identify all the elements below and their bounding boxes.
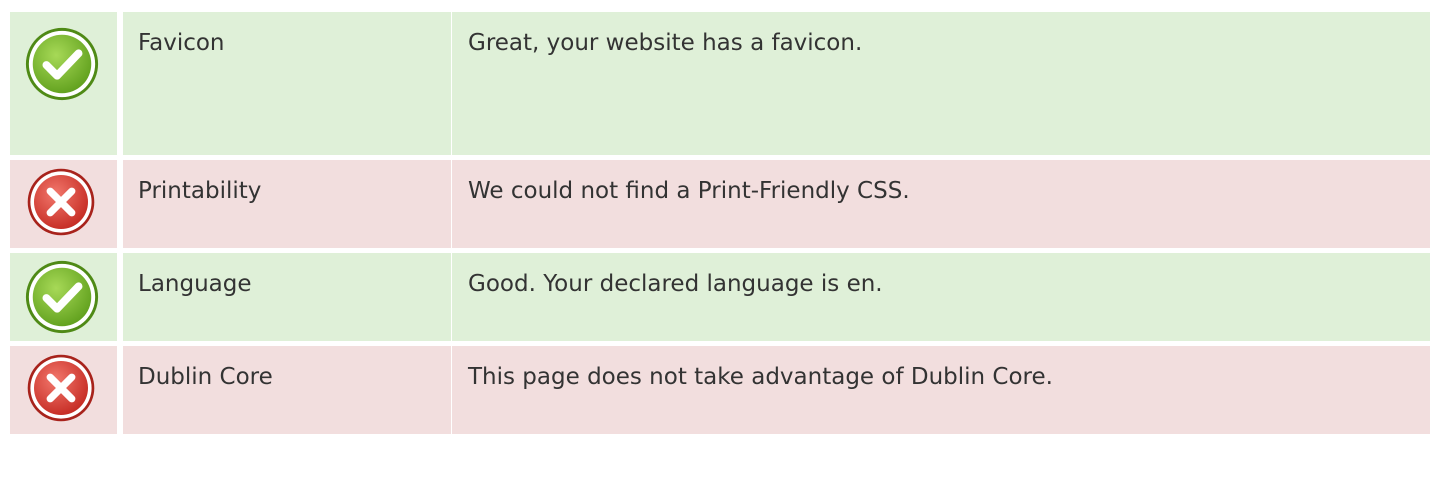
check-result-cell: Great, your website has a favicon. <box>452 12 1430 155</box>
check-result-cell: We could not find a Print-Friendly CSS. <box>452 160 1430 248</box>
check-result-cell: This page does not take advantage of Dub… <box>452 346 1430 434</box>
cross-icon <box>27 354 95 422</box>
check-row-language: Language Good. Your declared language is… <box>10 253 1430 341</box>
cross-icon <box>27 168 95 236</box>
check-message: Great, your website has a favicon. <box>468 30 863 56</box>
status-cell <box>10 253 117 341</box>
check-label: Language <box>138 271 252 297</box>
check-label: Favicon <box>138 30 225 56</box>
check-message: This page does not take advantage of Dub… <box>468 364 1053 390</box>
check-row-favicon: Favicon Great, your website has a favico… <box>10 12 1430 155</box>
check-result-cell: Good. Your declared language is en. <box>452 253 1430 341</box>
check-row-printability: Printability We could not find a Print-F… <box>10 160 1430 248</box>
check-name-cell: Dublin Core <box>123 346 451 434</box>
check-label: Printability <box>138 178 262 204</box>
check-message: We could not find a Print-Friendly CSS. <box>468 178 910 204</box>
check-name-cell: Printability <box>123 160 451 248</box>
check-row-dublin-core: Dublin Core This page does not take adva… <box>10 346 1430 434</box>
check-icon <box>25 27 99 101</box>
seo-checks-table: Favicon Great, your website has a favico… <box>0 0 1430 488</box>
check-icon <box>25 260 99 334</box>
check-label: Dublin Core <box>138 364 273 390</box>
status-cell <box>10 12 117 155</box>
status-cell <box>10 346 117 434</box>
check-message: Good. Your declared language is en. <box>468 271 883 297</box>
status-cell <box>10 160 117 248</box>
check-name-cell: Favicon <box>123 12 451 155</box>
check-name-cell: Language <box>123 253 451 341</box>
